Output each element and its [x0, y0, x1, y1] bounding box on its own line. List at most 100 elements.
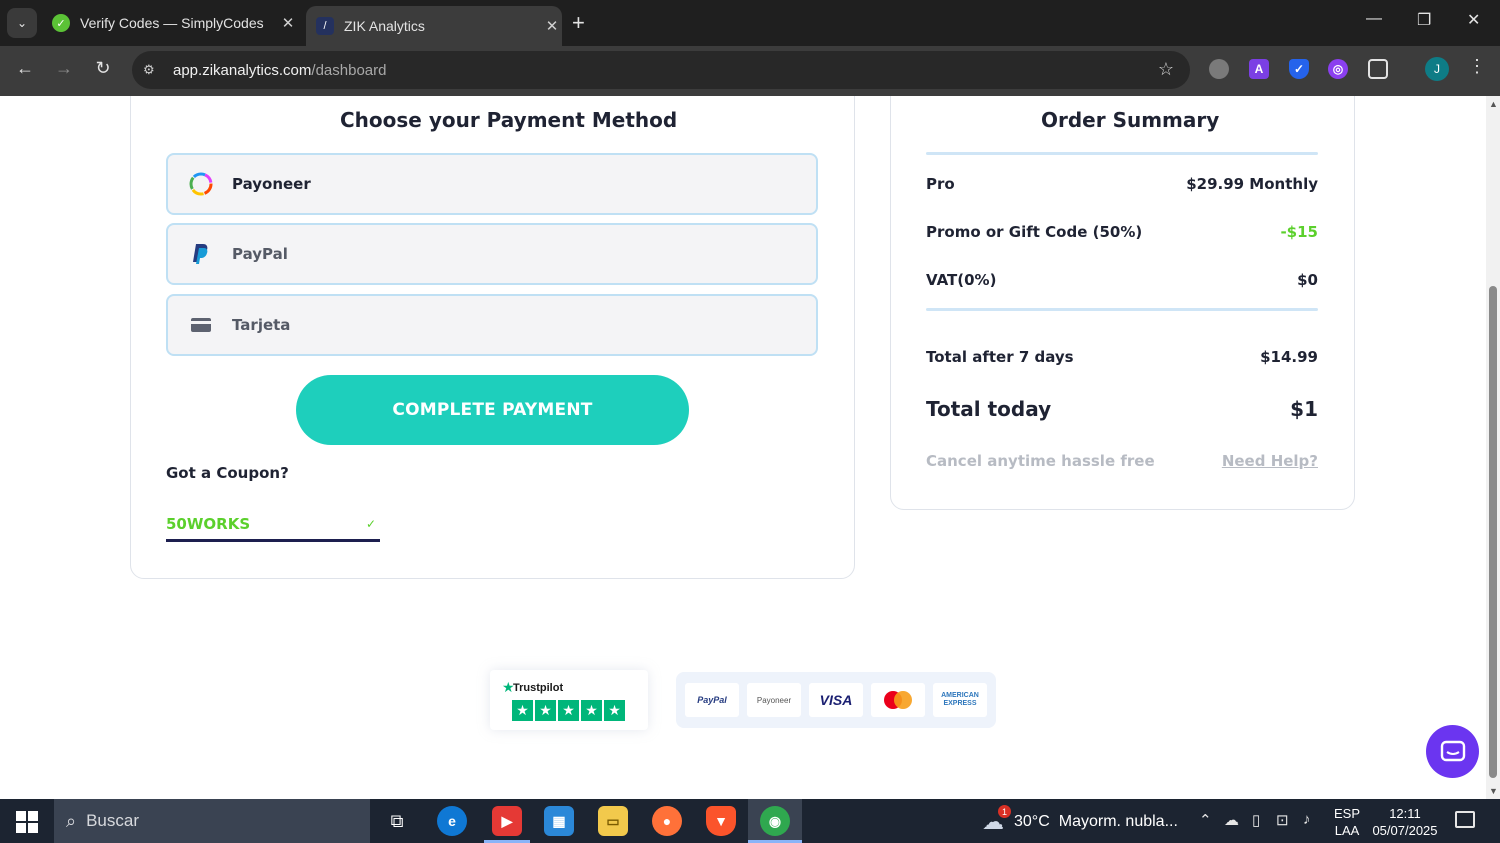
scroll-up-arrow-icon[interactable]: ▲ [1489, 99, 1498, 109]
restore-icon[interactable]: ❐ [1417, 10, 1431, 30]
payment-option-payoneer[interactable]: Payoneer [166, 153, 818, 215]
site-info-icon[interactable]: ⚙ [143, 62, 161, 78]
task-view-icon[interactable]: ⧉ [382, 806, 412, 836]
chrome-icon[interactable]: ◉ [760, 806, 790, 836]
weather-temp: 30°C [1014, 813, 1050, 830]
clock-time: 12:11 [1389, 806, 1421, 821]
url-path: /dashboard [311, 61, 387, 79]
payoneer-card-logo: Payoneer [747, 683, 801, 717]
tab-verify-codes[interactable]: ✓ Verify Codes — SimplyCodes ✕ [52, 0, 298, 46]
brave-icon[interactable]: ▼ [706, 806, 736, 836]
reload-icon[interactable]: ↻ [90, 58, 116, 79]
url-host: app.zikanalytics.com [173, 61, 312, 79]
clock-date: 05/07/2025 [1372, 823, 1438, 838]
coupon-value: 50WORKS [166, 514, 251, 533]
new-tab-plus-icon[interactable]: + [572, 10, 585, 36]
trustpilot-name: Trustpilot [513, 682, 564, 694]
summary-row-plan: Pro $29.99 Monthly [926, 175, 1318, 193]
browser-toolbar: ← → ↻ ⚙ app.zikanalytics.com/dashboard ☆… [0, 46, 1500, 96]
bookmark-star-icon[interactable]: ☆ [1158, 59, 1174, 80]
scroll-thumb[interactable] [1489, 286, 1497, 778]
summary-value: $1 [1290, 397, 1318, 421]
system-clock[interactable]: 12:11 05/07/2025 [1370, 805, 1440, 839]
complete-payment-button[interactable]: COMPLETE PAYMENT [296, 375, 689, 445]
summary-row-total-after: Total after 7 days $14.99 [926, 348, 1318, 366]
notification-center-icon[interactable] [1455, 811, 1475, 828]
tab-zik-analytics[interactable]: / ZIK Analytics ✕ [306, 6, 562, 46]
paypal-logo-icon [186, 243, 216, 265]
trustpilot-rating: ★ ★ ★ ★ ★ [512, 700, 627, 721]
rating-star-icon: ★ [535, 700, 556, 721]
close-tab-icon[interactable]: ✕ [542, 17, 562, 35]
coupon-input[interactable]: 50WORKS ✓ [166, 508, 380, 542]
summary-label: Total after 7 days [926, 348, 1074, 366]
payment-option-card[interactable]: Tarjeta [166, 294, 818, 356]
check-icon: ✓ [365, 516, 376, 531]
file-explorer-icon[interactable]: ▭ [598, 806, 628, 836]
back-arrow-icon[interactable]: ← [12, 58, 38, 79]
battery-icon[interactable]: ▯ [1252, 811, 1260, 829]
search-icon: ⌕ [66, 810, 77, 831]
tab-search-chevron-icon[interactable]: ⌄ [7, 8, 37, 38]
tab-title: Verify Codes — SimplyCodes [80, 15, 264, 31]
summary-label: Promo or Gift Code (50%) [926, 223, 1143, 241]
coupon-label: Got a Coupon? [166, 464, 289, 482]
rating-star-icon: ★ [581, 700, 602, 721]
amex-card-logo: AMERICAN EXPRESS [933, 683, 987, 717]
payment-option-label: Payoneer [232, 175, 311, 193]
lang-top: ESP [1334, 806, 1361, 821]
profile-avatar[interactable]: J [1425, 57, 1449, 81]
payment-title: Choose your Payment Method [340, 108, 678, 132]
summary-value: $14.99 [1260, 348, 1318, 366]
weather-widget[interactable]: ☁ 1 30°C Mayorm. nubla... [982, 805, 1178, 835]
volume-icon[interactable]: ♪ [1303, 811, 1311, 828]
a-extension-icon[interactable]: A [1249, 59, 1269, 79]
firefox-icon[interactable]: ● [652, 806, 682, 836]
microsoft-store-icon[interactable]: ▦ [544, 806, 574, 836]
close-tab-icon[interactable]: ✕ [278, 14, 298, 32]
page-scrollbar[interactable]: ▲ ▼ [1486, 96, 1500, 799]
show-hidden-icons-chevron-icon[interactable]: ⌃ [1199, 811, 1212, 829]
edge-browser-icon[interactable]: e [437, 806, 467, 836]
visa-card-logo: VISA [809, 683, 863, 717]
taskbar-search[interactable]: ⌕ Buscar [54, 799, 370, 843]
payment-option-label: Tarjeta [232, 316, 291, 334]
close-window-icon[interactable]: ✕ [1467, 10, 1480, 30]
forward-arrow-icon[interactable]: → [51, 58, 77, 79]
shield-extension-icon[interactable]: ✓ [1289, 59, 1309, 79]
simplycodes-favicon-icon: ✓ [52, 14, 70, 32]
payment-option-paypal[interactable]: PayPal [166, 223, 818, 285]
chat-support-button[interactable] [1426, 725, 1479, 778]
weather-alert-badge: 1 [998, 805, 1011, 818]
payment-cards-strip: PayPal Payoneer VISA AMERICAN EXPRESS [676, 672, 996, 728]
chat-bubble-icon [1440, 740, 1465, 761]
language-indicator[interactable]: ESP LAA [1334, 805, 1360, 839]
summary-row-total-today: Total today $1 [926, 397, 1318, 421]
windows-taskbar: ⌕ Buscar ⧉ e ▶ ▦ ▭ ● ▼ ◉ ☁ 1 30°C Mayorm.… [0, 799, 1500, 843]
extensions-puzzle-icon[interactable] [1368, 59, 1388, 79]
summary-value: $29.99 Monthly [1186, 175, 1318, 193]
browser-tab-strip: ⌄ ✓ Verify Codes — SimplyCodes ✕ / ZIK A… [0, 0, 1500, 46]
minimize-icon[interactable]: — [1366, 10, 1382, 28]
paypal-card-logo: PayPal [685, 683, 739, 717]
summary-label: VAT(0%) [926, 271, 997, 289]
video-app-icon[interactable]: ▶ [492, 806, 522, 836]
summary-label: Pro [926, 175, 955, 193]
purple-extension-icon[interactable]: ◎ [1328, 59, 1348, 79]
need-help-link[interactable]: Need Help? [1222, 452, 1318, 470]
onedrive-cloud-icon[interactable]: ☁ [1224, 811, 1239, 829]
order-summary-card [890, 96, 1355, 510]
credit-card-icon [186, 317, 216, 333]
trustpilot-badge: ★ Trustpilot ★ ★ ★ ★ ★ [490, 670, 648, 730]
browser-menu-icon[interactable]: ⋮ [1468, 56, 1486, 77]
summary-divider [926, 308, 1318, 311]
order-summary-title: Order Summary [1041, 108, 1220, 132]
windows-start-icon[interactable] [16, 811, 38, 833]
cloud-extension-icon[interactable] [1209, 59, 1229, 79]
summary-footer: Cancel anytime hassle free Need Help? [926, 452, 1318, 470]
summary-divider [926, 152, 1318, 155]
scroll-down-arrow-icon[interactable]: ▼ [1489, 786, 1498, 796]
network-icon[interactable]: ⊡ [1276, 811, 1289, 829]
address-bar[interactable]: ⚙ app.zikanalytics.com/dashboard ☆ [132, 51, 1190, 89]
summary-value: -$15 [1280, 223, 1318, 241]
